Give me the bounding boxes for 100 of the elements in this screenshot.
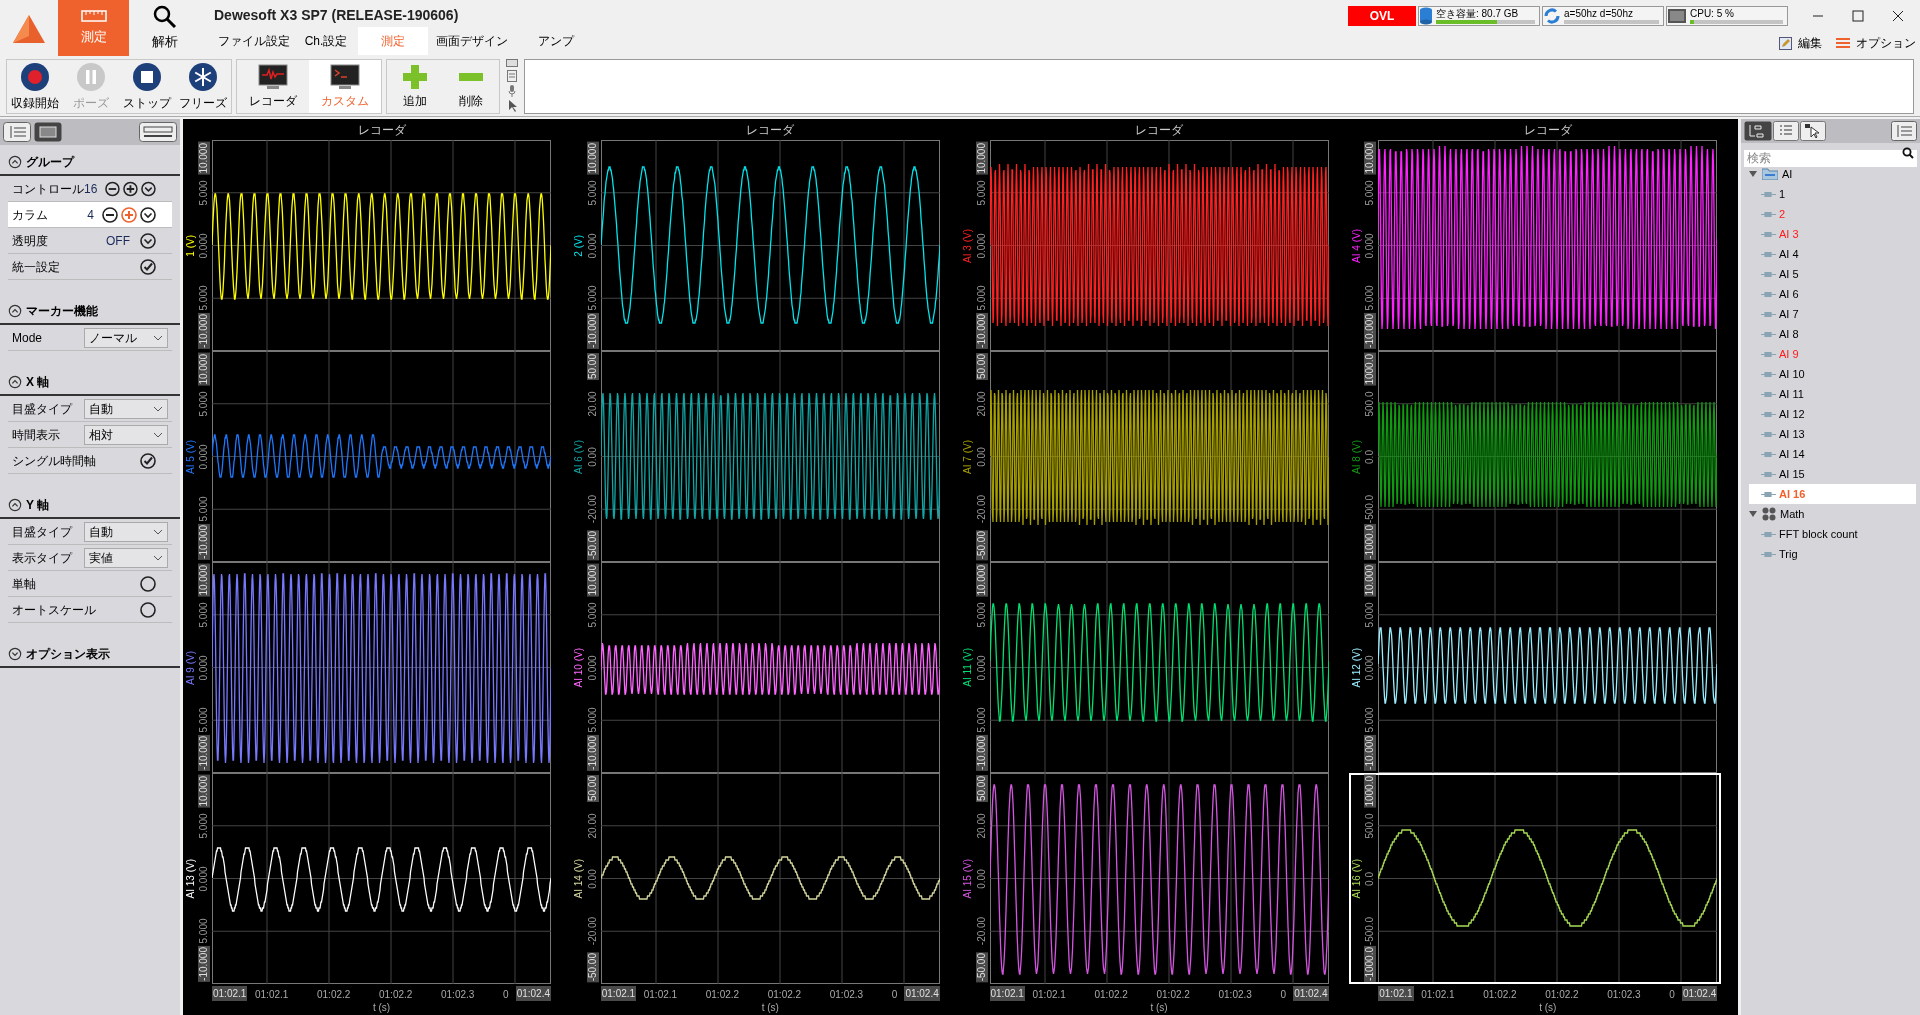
axis-title: t (s) [1539, 1002, 1557, 1013]
dropdown-icon[interactable] [140, 206, 156, 223]
tree-item[interactable]: AI 7 [1749, 304, 1916, 324]
tick-label: 5.000 [198, 602, 210, 628]
plus-circle-icon[interactable] [123, 180, 139, 197]
tree-item[interactable]: Trig [1749, 544, 1916, 564]
notes-field[interactable] [524, 59, 1914, 114]
plus-icon [402, 63, 428, 90]
cursor-icon[interactable] [507, 100, 517, 113]
dropdown-icon[interactable] [141, 180, 156, 197]
dropdown-icon[interactable] [140, 232, 156, 249]
panel-icon[interactable] [1891, 121, 1917, 141]
tick-label: 5.000 [586, 707, 599, 733]
collapse-icon[interactable] [8, 498, 22, 512]
tree-item[interactable]: AI 8 [1749, 324, 1916, 344]
meter-label: a=50hz d=50hz [1564, 8, 1634, 19]
checked-icon[interactable] [140, 258, 156, 275]
select-field[interactable]: 実値 [84, 547, 168, 568]
tick-label: -20.00 [975, 917, 988, 946]
toolbar-button[interactable]: レコーダ [237, 60, 309, 113]
tick-label: 01:02.3 [1607, 988, 1641, 1002]
expanded-arrow-icon[interactable] [1749, 170, 1757, 178]
tree-item[interactable]: AI 13 [1749, 424, 1916, 444]
microphone-icon[interactable] [508, 85, 516, 98]
tick-label: 0.00 [975, 868, 988, 889]
tree-item[interactable]: AI 14 [1749, 444, 1916, 464]
sync-icon [1543, 7, 1561, 25]
expand-icon[interactable] [8, 647, 22, 661]
plot-cell[interactable]: AI 16 (V) 1000.0 500.0 0.0 -500.0 -1000.0 [1349, 773, 1722, 984]
maximize-icon[interactable] [1852, 10, 1864, 22]
expanded-arrow-icon[interactable] [1749, 510, 1757, 518]
tree-item[interactable]: AI 6 [1749, 284, 1916, 304]
menu-tab[interactable]: ファイル設定 [214, 27, 294, 55]
tree-item[interactable]: AI [1749, 164, 1916, 184]
pointer-icon[interactable] [1800, 121, 1826, 141]
menu-icon [1836, 37, 1850, 49]
time-end-label: 01:02.4 [515, 986, 551, 1001]
search-icon[interactable] [1902, 147, 1914, 159]
unchecked-icon[interactable] [140, 575, 156, 592]
tick-label: -20.00 [586, 495, 599, 524]
tree-item[interactable]: AI 12 [1749, 404, 1916, 424]
toolbar-link[interactable]: 編集 [1779, 34, 1822, 52]
toolbar-button[interactable]: ストップ [119, 60, 175, 113]
document-icon[interactable] [507, 69, 517, 82]
axis-label: AI 11 (V) [961, 648, 974, 687]
tree-item[interactable]: AI 15 [1749, 464, 1916, 484]
tick-label: -10.000 [975, 735, 988, 771]
tick-label: -50.00 [586, 951, 599, 982]
tree-item[interactable]: AI 10 [1749, 364, 1916, 384]
tick-label: 0.000 [975, 233, 988, 258]
tree-item[interactable]: FFT block count [1749, 524, 1916, 544]
list-view-icon[interactable] [1773, 121, 1799, 141]
select-field[interactable]: 自動 [84, 398, 168, 419]
tree-item[interactable]: 1 [1749, 184, 1916, 204]
select-field[interactable]: 自動 [84, 521, 168, 542]
tick-label: 5.000 [1364, 707, 1377, 733]
toolbar-button[interactable]: 収録開始 [7, 60, 63, 113]
minus-circle-icon[interactable] [105, 180, 121, 197]
record-icon [20, 61, 50, 92]
tick-label: 5.000 [198, 496, 210, 522]
tick-label: 0.00 [586, 868, 599, 889]
unchecked-icon[interactable] [140, 601, 156, 618]
toolbar-button[interactable]: フリーズ [175, 60, 231, 113]
tree-item[interactable]: AI 11 [1749, 384, 1916, 404]
tree-item[interactable]: Math [1749, 504, 1916, 524]
pencil-icon [1779, 36, 1792, 50]
connector-icon [1761, 210, 1776, 218]
toolbar-button[interactable]: 削除 [443, 60, 499, 113]
close-icon[interactable] [1892, 10, 1904, 22]
toolbar-link[interactable]: オプション [1836, 34, 1916, 52]
minus-circle-icon[interactable] [102, 206, 118, 223]
tick-label: 01:02.2 [1483, 988, 1517, 1002]
collapse-icon[interactable] [8, 155, 22, 169]
tree-view-icon[interactable] [1744, 121, 1772, 141]
menu-tab[interactable]: アンプ [516, 27, 596, 55]
tick-label: -10.000 [1364, 735, 1377, 771]
app-tab[interactable]: 解析 [129, 0, 200, 56]
collapse-icon[interactable] [8, 304, 22, 318]
setting-label: コントロール [12, 180, 84, 198]
select-field[interactable]: 相対 [84, 424, 168, 445]
search-field[interactable]: 検索 [1744, 149, 1917, 167]
checked-icon[interactable] [140, 452, 156, 469]
tick-label: -500.0 [1364, 495, 1377, 524]
tree-item[interactable]: AI 4 [1749, 244, 1916, 264]
panel-icon[interactable] [3, 122, 31, 142]
settings-row[interactable]: カラム 4 [8, 202, 172, 228]
collapse-icon[interactable] [8, 375, 22, 389]
setting-label: 目盛タイプ [12, 523, 72, 541]
menu-tab[interactable]: Ch.設定 [294, 27, 358, 55]
numeric-display-icon[interactable] [34, 122, 62, 142]
chart-title: レコーダ [357, 121, 406, 139]
tree-item[interactable]: AI 5 [1749, 264, 1916, 284]
keyboard-icon[interactable] [506, 58, 518, 67]
toolbar-button[interactable]: 追加 [387, 60, 443, 113]
ruler-tool-icon[interactable] [139, 122, 177, 142]
select-field[interactable]: ノーマル [84, 327, 168, 348]
axis-title: t (s) [1150, 1002, 1168, 1013]
tick-label: 5.000 [975, 180, 988, 206]
menu-tab[interactable]: 画面デザイン [428, 27, 516, 55]
tick-label: 0.000 [1364, 233, 1377, 258]
